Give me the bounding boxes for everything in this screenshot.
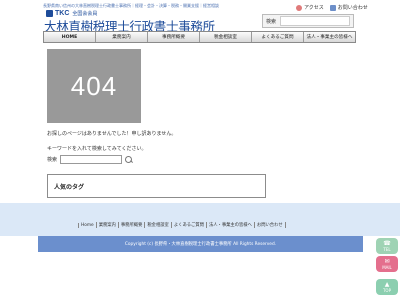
nav-item-office[interactable]: 事務所概要: [148, 32, 200, 42]
keyword-hint: キーワードを入れて検索してみてください。: [47, 146, 147, 152]
side-top-button[interactable]: ▲ TOP: [376, 279, 398, 295]
page-search-input[interactable]: [60, 155, 122, 164]
footer-nav: Home 業務案内 事務所概要 税金相談室 よくあるご質問 法人・事業主の皆様へ…: [78, 222, 286, 228]
footer-link-services[interactable]: 業務案内: [95, 222, 118, 228]
map-pin-icon: [296, 4, 302, 11]
side-mail-button[interactable]: ✉ MAIL: [376, 256, 398, 272]
footer-link-contact[interactable]: お問い合わせ: [253, 222, 286, 228]
footer-link-faq[interactable]: よくあるご質問: [170, 222, 206, 228]
header-links: アクセス お問い合わせ: [296, 4, 368, 11]
contact-link[interactable]: お問い合わせ: [329, 4, 368, 11]
page-search-label: 検索: [47, 157, 58, 163]
page-search: 検索: [47, 155, 133, 164]
header-search-input[interactable]: [280, 16, 350, 26]
nav-item-home[interactable]: HOME: [44, 32, 96, 42]
error-404-image: 404: [47, 49, 141, 123]
copyright-bar: Copyright (c) 長野県・大林直樹税理士行政書士事務所 All Rig…: [38, 236, 363, 252]
side-tel-label: TEL: [383, 246, 391, 252]
access-link-label: アクセス: [304, 5, 324, 11]
footer-link-home[interactable]: Home: [78, 222, 96, 228]
footer-link-office[interactable]: 事務所概要: [117, 222, 144, 228]
side-top-label: TOP: [382, 287, 391, 293]
access-link[interactable]: アクセス: [296, 4, 324, 11]
mail-icon: [329, 4, 336, 11]
popular-tags-widget: 人気のタグ: [47, 174, 266, 198]
header-search: 検索: [262, 14, 354, 28]
nav-item-services[interactable]: 業務案内: [96, 32, 148, 42]
nav-item-tax-consult[interactable]: 税金相談室: [200, 32, 252, 42]
footer-link-tax-consult[interactable]: 税金相談室: [144, 222, 170, 228]
copyright-text: Copyright (c) 長野県・大林直樹税理士行政書士事務所 All Rig…: [124, 242, 277, 247]
nav-item-business[interactable]: 法人・事業主の皆様へ: [304, 32, 355, 42]
side-mail-label: MAIL: [382, 264, 392, 270]
nav-item-faq[interactable]: よくあるご質問: [252, 32, 304, 42]
global-nav: HOME 業務案内 事務所概要 税金相談室 よくあるご質問 法人・事業主の皆様へ: [43, 31, 356, 43]
header-search-label: 検索: [266, 18, 277, 25]
site-tagline: 長野県南い信州の大林直樹税理士行政書士事務所｜経理・会計・決算・税務・開業支援｜…: [43, 3, 219, 8]
side-tel-button[interactable]: ☎ TEL: [376, 238, 398, 254]
search-icon[interactable]: [125, 155, 133, 164]
not-found-message: お探しのページはありませんでした！申し訳ありません。: [47, 131, 177, 137]
contact-link-label: お問い合わせ: [337, 5, 368, 11]
footer-link-business[interactable]: 法人・事業主の皆様へ: [205, 222, 254, 228]
error-code: 404: [70, 70, 118, 101]
footer-band: [0, 203, 400, 236]
popular-tags-title: 人気のタグ: [54, 183, 85, 191]
